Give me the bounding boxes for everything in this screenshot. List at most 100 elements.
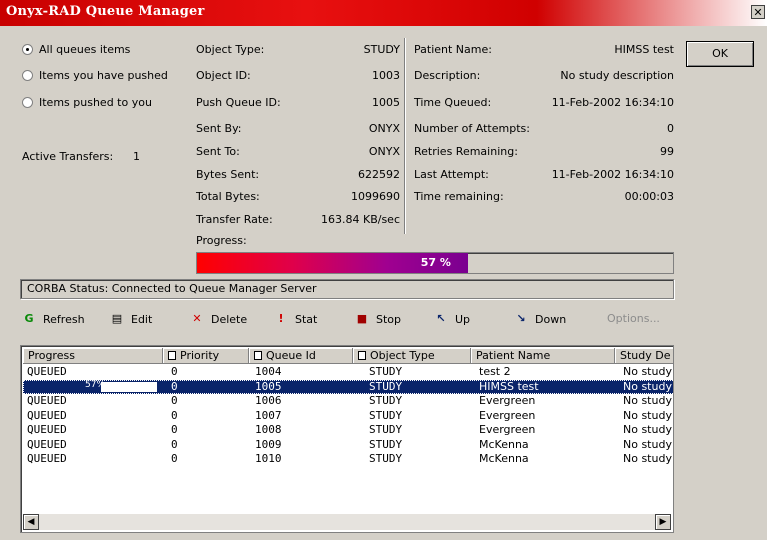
cell-patient: Evergreen: [479, 423, 536, 436]
ok-button[interactable]: OK: [686, 41, 754, 67]
table-row[interactable]: QUEUED 0 1010 STUDY McKenna No study: [23, 452, 673, 466]
edit-label: Edit: [131, 312, 153, 326]
document-icon: [358, 351, 366, 360]
up-button[interactable]: ↖ Up: [434, 312, 470, 326]
column-header-progress[interactable]: Progress: [23, 348, 163, 364]
radio-items-you-pushed[interactable]: Items you have pushed: [22, 69, 168, 82]
cell-progress: QUEUED: [27, 365, 67, 378]
transfer-progress-bar: 57 %: [196, 252, 674, 274]
window-title: Onyx-RAD Queue Manager: [6, 4, 205, 19]
object-type-label: Object Type:: [196, 43, 265, 56]
scroll-left-icon[interactable]: ◀: [23, 514, 39, 530]
cell-queue-id: 1010: [255, 452, 282, 465]
radio-label: Items you have pushed: [39, 69, 168, 82]
column-label: Patient Name: [476, 349, 551, 362]
bytes-sent-label: Bytes Sent:: [196, 168, 260, 181]
cell-priority: 0: [171, 394, 178, 407]
sent-to-value: ONYX: [368, 145, 400, 158]
cell-object-type: STUDY: [369, 452, 403, 465]
cell-study: No study: [623, 423, 672, 436]
down-label: Down: [535, 312, 567, 326]
radio-items-pushed-to-you[interactable]: Items pushed to you: [22, 96, 152, 109]
radio-label: Items pushed to you: [39, 96, 152, 109]
time-remaining-value: 00:00:03: [624, 190, 674, 203]
column-header-patient-name[interactable]: Patient Name: [471, 348, 615, 364]
column-label: Study De: [620, 349, 671, 362]
down-button[interactable]: ↘ Down: [514, 312, 566, 326]
cell-queue-id: 1008: [255, 423, 282, 436]
delete-button[interactable]: ✕ Delete: [190, 312, 247, 326]
delete-label: Delete: [211, 312, 248, 326]
queue-list[interactable]: Progress Priority Queue Id Object Type P…: [20, 345, 674, 533]
transfer-rate-value: 163.84 KB/sec: [321, 213, 400, 226]
horizontal-scrollbar[interactable]: ◀ ▶: [23, 514, 671, 530]
stat-button[interactable]: ! Stat: [274, 312, 317, 326]
cell-study: No study: [623, 437, 672, 451]
cell-patient: Evergreen: [479, 394, 536, 407]
description-value: No study description: [560, 69, 674, 82]
table-row[interactable]: QUEUED 0 1004 STUDY test 2 No study: [23, 365, 673, 379]
cell-priority: 0: [171, 379, 178, 393]
cell-progress: QUEUED: [27, 452, 67, 465]
sent-by-value: ONYX: [368, 122, 400, 135]
column-label: Object Type: [370, 349, 435, 362]
edit-icon: ▤: [111, 312, 123, 325]
cell-study: No study: [623, 394, 672, 407]
up-label: Up: [455, 312, 471, 326]
description-label: Description:: [414, 69, 481, 82]
radio-dot-icon: [22, 70, 33, 81]
cell-patient: McKenna: [479, 437, 529, 451]
cell-priority: 0: [171, 365, 178, 378]
column-header-queue-id[interactable]: Queue Id: [249, 348, 353, 364]
object-type-value: STUDY: [363, 43, 400, 56]
column-header-study-description[interactable]: Study De: [615, 348, 673, 364]
refresh-button[interactable]: G Refresh: [22, 312, 84, 326]
scroll-right-icon[interactable]: ▶: [655, 514, 671, 530]
radio-dot-icon: [22, 44, 33, 55]
cell-patient: Evergreen: [479, 408, 536, 422]
table-row[interactable]: QUEUED 0 1008 STUDY Evergreen No study: [23, 423, 673, 437]
list-header: Progress Priority Queue Id Object Type P…: [23, 348, 673, 364]
cell-object-type: STUDY: [369, 423, 403, 436]
options-button[interactable]: Options...: [607, 312, 660, 325]
table-row[interactable]: QUEUED 0 1009 STUDY McKenna No study: [23, 437, 673, 452]
table-row[interactable]: 57% 0 1005 STUDY HIMSS test No study: [23, 379, 673, 394]
cell-queue-id: 1007: [255, 408, 282, 422]
close-icon[interactable]: ✕: [751, 5, 765, 19]
delete-icon: ✕: [192, 312, 202, 325]
table-row[interactable]: QUEUED 0 1007 STUDY Evergreen No study: [23, 408, 673, 423]
radio-all-queue-items[interactable]: All queues items: [22, 43, 130, 56]
time-queued-label: Time Queued:: [414, 96, 492, 109]
document-icon: [168, 351, 176, 360]
bytes-sent-value: 622592: [358, 168, 400, 181]
cell-progress: QUEUED: [27, 408, 67, 422]
edit-button[interactable]: ▤ Edit: [110, 312, 153, 326]
toolbar: G Refresh ▤ Edit ✕ Delete ! Stat ■ Stop …: [22, 309, 672, 335]
row-progress-text: 57%: [85, 379, 106, 390]
progress-percent-text: 57 %: [420, 256, 451, 269]
refresh-icon: G: [24, 312, 34, 325]
number-of-attempts-value: 0: [667, 122, 674, 135]
object-id-value: 1003: [372, 69, 400, 82]
patient-name-label: Patient Name:: [414, 43, 492, 56]
cell-object-type: STUDY: [369, 379, 403, 393]
cell-priority: 0: [171, 452, 178, 465]
active-transfers-label: Active Transfers:: [22, 150, 114, 163]
stop-label: Stop: [376, 312, 402, 326]
corba-status-bar: CORBA Status: Connected to Queue Manager…: [20, 279, 674, 299]
document-icon: [254, 351, 262, 360]
last-attempt-value: 11-Feb-2002 16:34:10: [551, 168, 674, 181]
up-arrow-icon: ↖: [436, 312, 446, 325]
column-header-priority[interactable]: Priority: [163, 348, 249, 364]
column-header-object-type[interactable]: Object Type: [353, 348, 471, 364]
cell-study: No study: [623, 379, 672, 393]
table-row[interactable]: QUEUED 0 1006 STUDY Evergreen No study: [23, 394, 673, 408]
title-bar[interactable]: Onyx-RAD Queue Manager ✕: [0, 0, 767, 26]
cell-queue-id: 1006: [255, 394, 282, 407]
stop-button[interactable]: ■ Stop: [355, 312, 401, 326]
progress-label: Progress:: [196, 234, 247, 247]
stop-icon: ■: [356, 312, 368, 325]
patient-name-value: HIMSS test: [614, 43, 674, 56]
cell-queue-id: 1009: [255, 437, 282, 451]
sent-by-label: Sent By:: [196, 122, 242, 135]
